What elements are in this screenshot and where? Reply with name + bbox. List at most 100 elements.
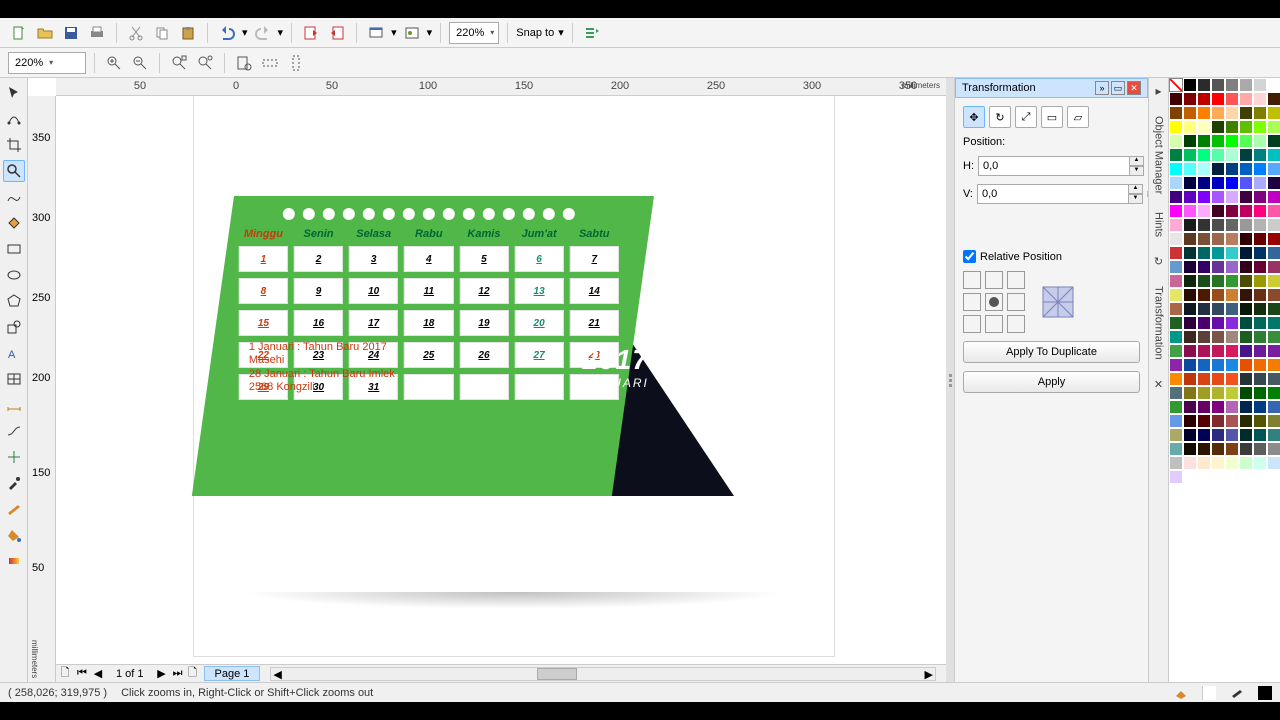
color-swatch[interactable] bbox=[1267, 204, 1280, 218]
color-swatch[interactable] bbox=[1225, 442, 1239, 456]
color-swatch[interactable] bbox=[1225, 260, 1239, 274]
color-swatch[interactable] bbox=[1197, 456, 1211, 470]
color-swatch[interactable] bbox=[1169, 176, 1183, 190]
connector-tool[interactable] bbox=[3, 420, 25, 442]
color-swatch[interactable] bbox=[1183, 302, 1197, 316]
color-swatch[interactable] bbox=[1253, 92, 1267, 106]
color-swatch[interactable] bbox=[1197, 344, 1211, 358]
color-swatch[interactable] bbox=[1225, 344, 1239, 358]
color-swatch[interactable] bbox=[1239, 414, 1253, 428]
color-swatch[interactable] bbox=[1253, 358, 1267, 372]
color-swatch[interactable] bbox=[1267, 190, 1280, 204]
shape-tool[interactable] bbox=[3, 108, 25, 130]
basic-shapes-tool[interactable] bbox=[3, 316, 25, 338]
color-swatch[interactable] bbox=[1211, 148, 1225, 162]
color-swatch[interactable] bbox=[1169, 330, 1183, 344]
color-swatch[interactable] bbox=[1197, 330, 1211, 344]
color-swatch[interactable] bbox=[1225, 134, 1239, 148]
interactive-tool[interactable] bbox=[3, 446, 25, 468]
fill-indicator-icon[interactable] bbox=[1174, 686, 1188, 700]
color-swatch[interactable] bbox=[1239, 120, 1253, 134]
color-swatch[interactable] bbox=[1197, 106, 1211, 120]
object-manager-tab[interactable]: Object Manager bbox=[1153, 116, 1165, 194]
color-swatch[interactable] bbox=[1225, 218, 1239, 232]
color-swatch[interactable] bbox=[1183, 246, 1197, 260]
color-swatch[interactable] bbox=[1253, 316, 1267, 330]
color-swatch[interactable] bbox=[1169, 274, 1183, 288]
pos-h-input[interactable] bbox=[978, 156, 1130, 176]
apply-duplicate-button[interactable]: Apply To Duplicate bbox=[963, 341, 1140, 363]
color-swatch[interactable] bbox=[1183, 78, 1197, 92]
color-swatch[interactable] bbox=[1239, 456, 1253, 470]
smart-fill-tool[interactable] bbox=[3, 212, 25, 234]
color-swatch[interactable] bbox=[1211, 442, 1225, 456]
color-swatch[interactable] bbox=[1211, 344, 1225, 358]
color-swatch[interactable] bbox=[1267, 372, 1280, 386]
last-page[interactable]: ⏭ bbox=[170, 667, 186, 680]
color-swatch[interactable] bbox=[1211, 134, 1225, 148]
color-swatch[interactable] bbox=[1253, 400, 1267, 414]
close-tabs[interactable]: ✕ bbox=[1154, 378, 1163, 391]
color-swatch[interactable] bbox=[1169, 372, 1183, 386]
pos-v-input[interactable] bbox=[977, 184, 1129, 204]
color-swatch[interactable] bbox=[1211, 218, 1225, 232]
rotate-tab[interactable]: ↻ bbox=[989, 106, 1011, 128]
color-swatch[interactable] bbox=[1183, 386, 1197, 400]
color-swatch[interactable] bbox=[1211, 176, 1225, 190]
color-swatch[interactable] bbox=[1197, 288, 1211, 302]
color-swatch[interactable] bbox=[1197, 372, 1211, 386]
zoom-all-button[interactable] bbox=[194, 52, 216, 74]
color-swatch[interactable] bbox=[1211, 78, 1225, 92]
canvas-area[interactable]: millimeters 50050100150200250300350 mill… bbox=[28, 78, 946, 682]
color-swatch[interactable] bbox=[1267, 134, 1280, 148]
scale-tab[interactable]: ⤢ bbox=[1015, 106, 1037, 128]
color-swatch[interactable] bbox=[1197, 442, 1211, 456]
color-swatch[interactable] bbox=[1253, 134, 1267, 148]
docker-minimize[interactable]: ▭ bbox=[1111, 81, 1125, 95]
color-swatch[interactable] bbox=[1169, 442, 1183, 456]
color-swatch[interactable] bbox=[1267, 120, 1280, 134]
color-swatch[interactable] bbox=[1253, 274, 1267, 288]
color-swatch[interactable] bbox=[1253, 218, 1267, 232]
color-swatch[interactable] bbox=[1197, 134, 1211, 148]
color-swatch[interactable] bbox=[1169, 386, 1183, 400]
color-swatch[interactable] bbox=[1253, 372, 1267, 386]
color-swatch[interactable] bbox=[1211, 302, 1225, 316]
color-swatch[interactable] bbox=[1197, 148, 1211, 162]
color-swatch[interactable] bbox=[1239, 218, 1253, 232]
color-swatch[interactable] bbox=[1211, 260, 1225, 274]
color-swatch[interactable] bbox=[1239, 372, 1253, 386]
color-swatch[interactable] bbox=[1239, 162, 1253, 176]
color-swatch[interactable] bbox=[1183, 120, 1197, 134]
next-page[interactable]: ▶ bbox=[154, 667, 170, 680]
color-swatch[interactable] bbox=[1239, 92, 1253, 106]
color-swatch[interactable] bbox=[1183, 92, 1197, 106]
color-swatch[interactable] bbox=[1239, 106, 1253, 120]
color-swatch[interactable] bbox=[1183, 106, 1197, 120]
color-swatch[interactable] bbox=[1253, 288, 1267, 302]
zoom-page-button[interactable] bbox=[233, 52, 255, 74]
color-swatch[interactable] bbox=[1267, 344, 1280, 358]
color-swatch[interactable] bbox=[1225, 400, 1239, 414]
fill-tool[interactable] bbox=[3, 524, 25, 546]
color-swatch[interactable] bbox=[1253, 78, 1267, 92]
color-swatch[interactable] bbox=[1183, 344, 1197, 358]
zoom-tool[interactable] bbox=[3, 160, 25, 182]
color-swatch[interactable] bbox=[1169, 358, 1183, 372]
color-swatch[interactable] bbox=[1267, 428, 1280, 442]
color-swatch[interactable] bbox=[1253, 456, 1267, 470]
color-swatch[interactable] bbox=[1225, 246, 1239, 260]
text-tool[interactable]: A bbox=[3, 342, 25, 364]
skew-tab[interactable]: ▱ bbox=[1067, 106, 1089, 128]
color-swatch[interactable] bbox=[1197, 274, 1211, 288]
color-swatch[interactable] bbox=[1197, 260, 1211, 274]
outline-indicator-icon[interactable] bbox=[1230, 686, 1244, 700]
color-swatch[interactable] bbox=[1225, 386, 1239, 400]
color-swatch[interactable] bbox=[1239, 400, 1253, 414]
color-swatch[interactable] bbox=[1211, 92, 1225, 106]
zoom-combo[interactable]: 220%▾ bbox=[449, 22, 499, 44]
color-swatch[interactable] bbox=[1239, 288, 1253, 302]
color-swatch[interactable] bbox=[1169, 260, 1183, 274]
color-swatch[interactable] bbox=[1253, 148, 1267, 162]
eyedropper-tool[interactable] bbox=[3, 472, 25, 494]
